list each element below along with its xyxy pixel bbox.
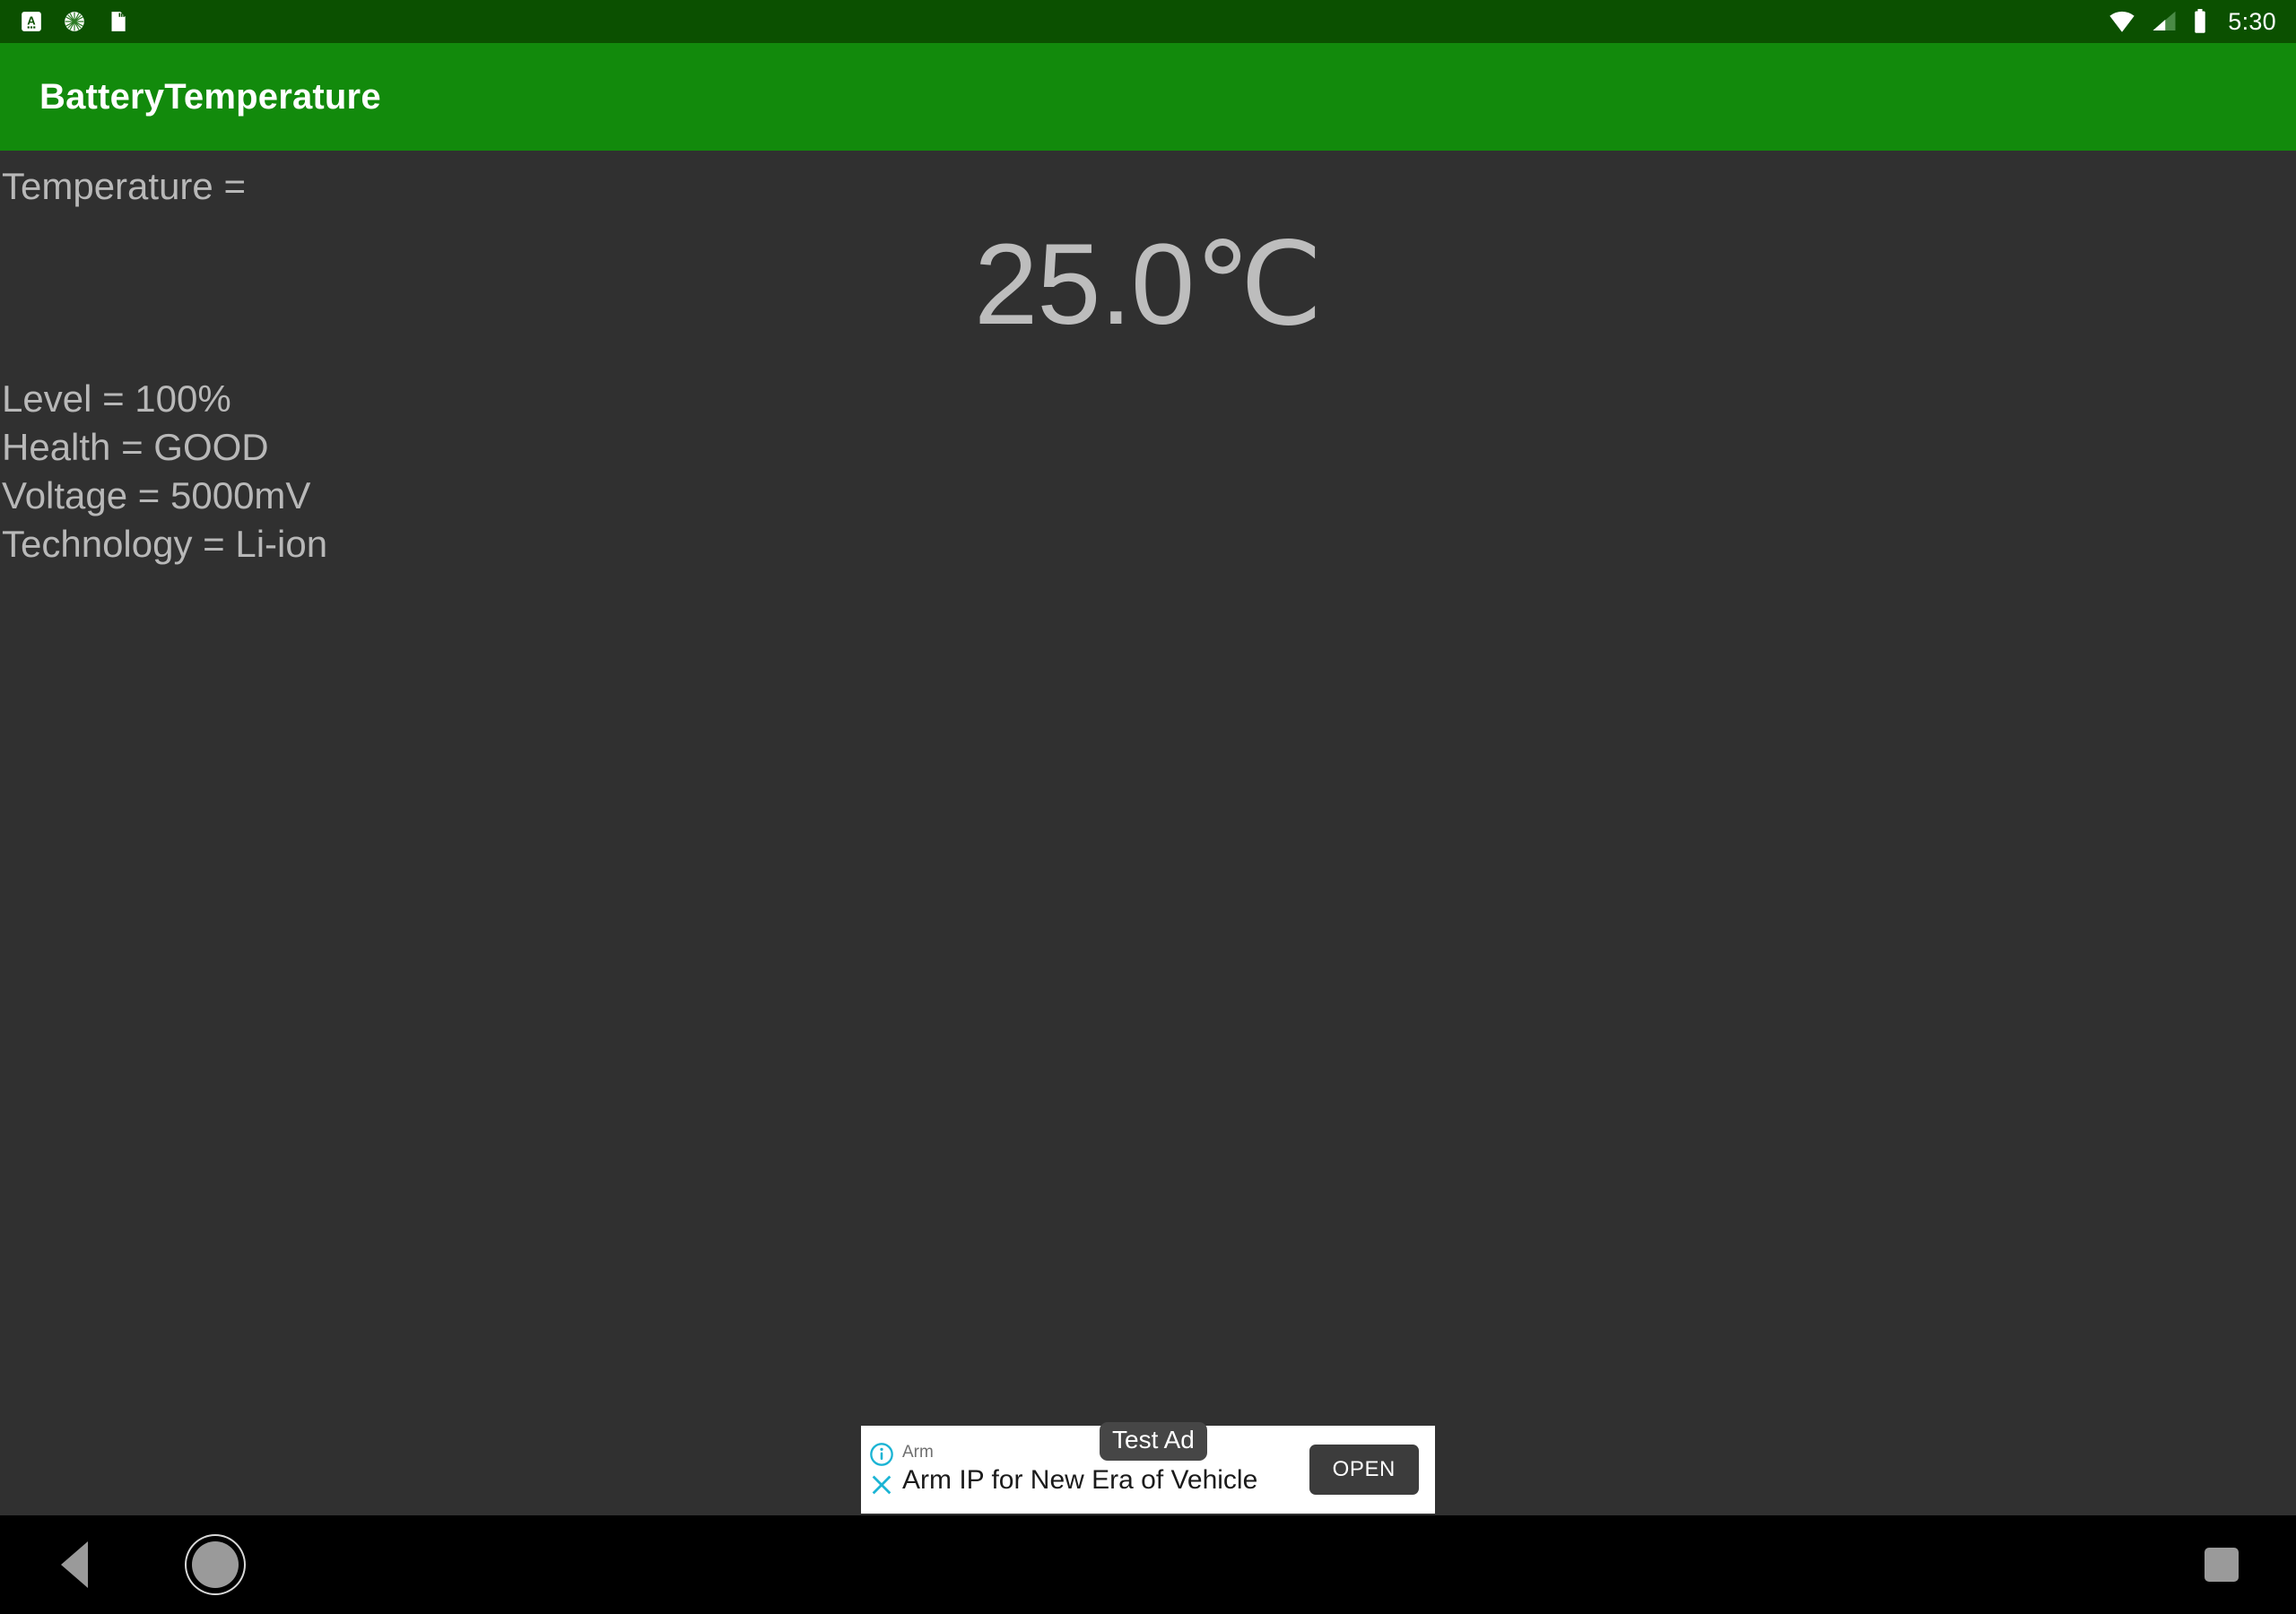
nav-back-button[interactable] <box>7 1515 142 1614</box>
app-bar: BatteryTemperature <box>0 43 2296 151</box>
battery-icon <box>2195 9 2205 33</box>
status-clock: 5:30 <box>2228 7 2276 35</box>
battery-info-health: Health = GOOD <box>2 426 269 468</box>
ad-open-button[interactable]: OPEN <box>1309 1445 1419 1495</box>
sun-brightness-icon <box>65 12 84 31</box>
status-system-icons: 5:30 <box>2108 8 2276 36</box>
back-triangle-icon <box>61 1541 88 1588</box>
recents-square-icon <box>2205 1548 2239 1582</box>
sd-card-icon <box>111 12 126 31</box>
temperature-value: 25.0℃ <box>974 221 1323 349</box>
nav-home-button[interactable] <box>148 1515 283 1614</box>
ad-side-controls <box>861 1426 899 1514</box>
battery-info-level: Level = 100% <box>2 377 231 420</box>
temperature-label: Temperature = <box>2 165 246 207</box>
svg-text:A: A <box>27 13 36 27</box>
nav-recents-button[interactable] <box>2154 1515 2289 1614</box>
wifi-icon <box>2109 11 2135 32</box>
ad-test-badge: Test Ad <box>1100 1422 1207 1461</box>
main-content: Temperature = 25.0℃ Level = 100% Health … <box>0 151 2296 1515</box>
cell-signal-icon <box>2152 11 2176 30</box>
android-screen: A 5:30 BatteryTemperature Temperature = … <box>0 0 2296 1614</box>
ad-close-icon[interactable] <box>869 1472 894 1497</box>
app-title: BatteryTemperature <box>39 76 381 117</box>
ad-headline: Arm IP for New Era of Vehicle <box>902 1465 1258 1495</box>
ad-info-icon[interactable] <box>869 1442 894 1467</box>
home-circle-icon <box>192 1541 239 1588</box>
battery-info-list: Level = 100% Health = GOOD Voltage = 500… <box>2 375 327 568</box>
status-notification-icons: A <box>20 10 129 33</box>
battery-info-voltage: Voltage = 5000mV <box>2 474 311 516</box>
ad-cta-wrapper: OPEN <box>1309 1426 1435 1514</box>
status-bar: A 5:30 <box>0 0 2296 43</box>
keyboard-language-icon: A <box>22 12 41 31</box>
navigation-bar <box>0 1515 2296 1614</box>
battery-info-technology: Technology = Li-ion <box>2 523 328 565</box>
